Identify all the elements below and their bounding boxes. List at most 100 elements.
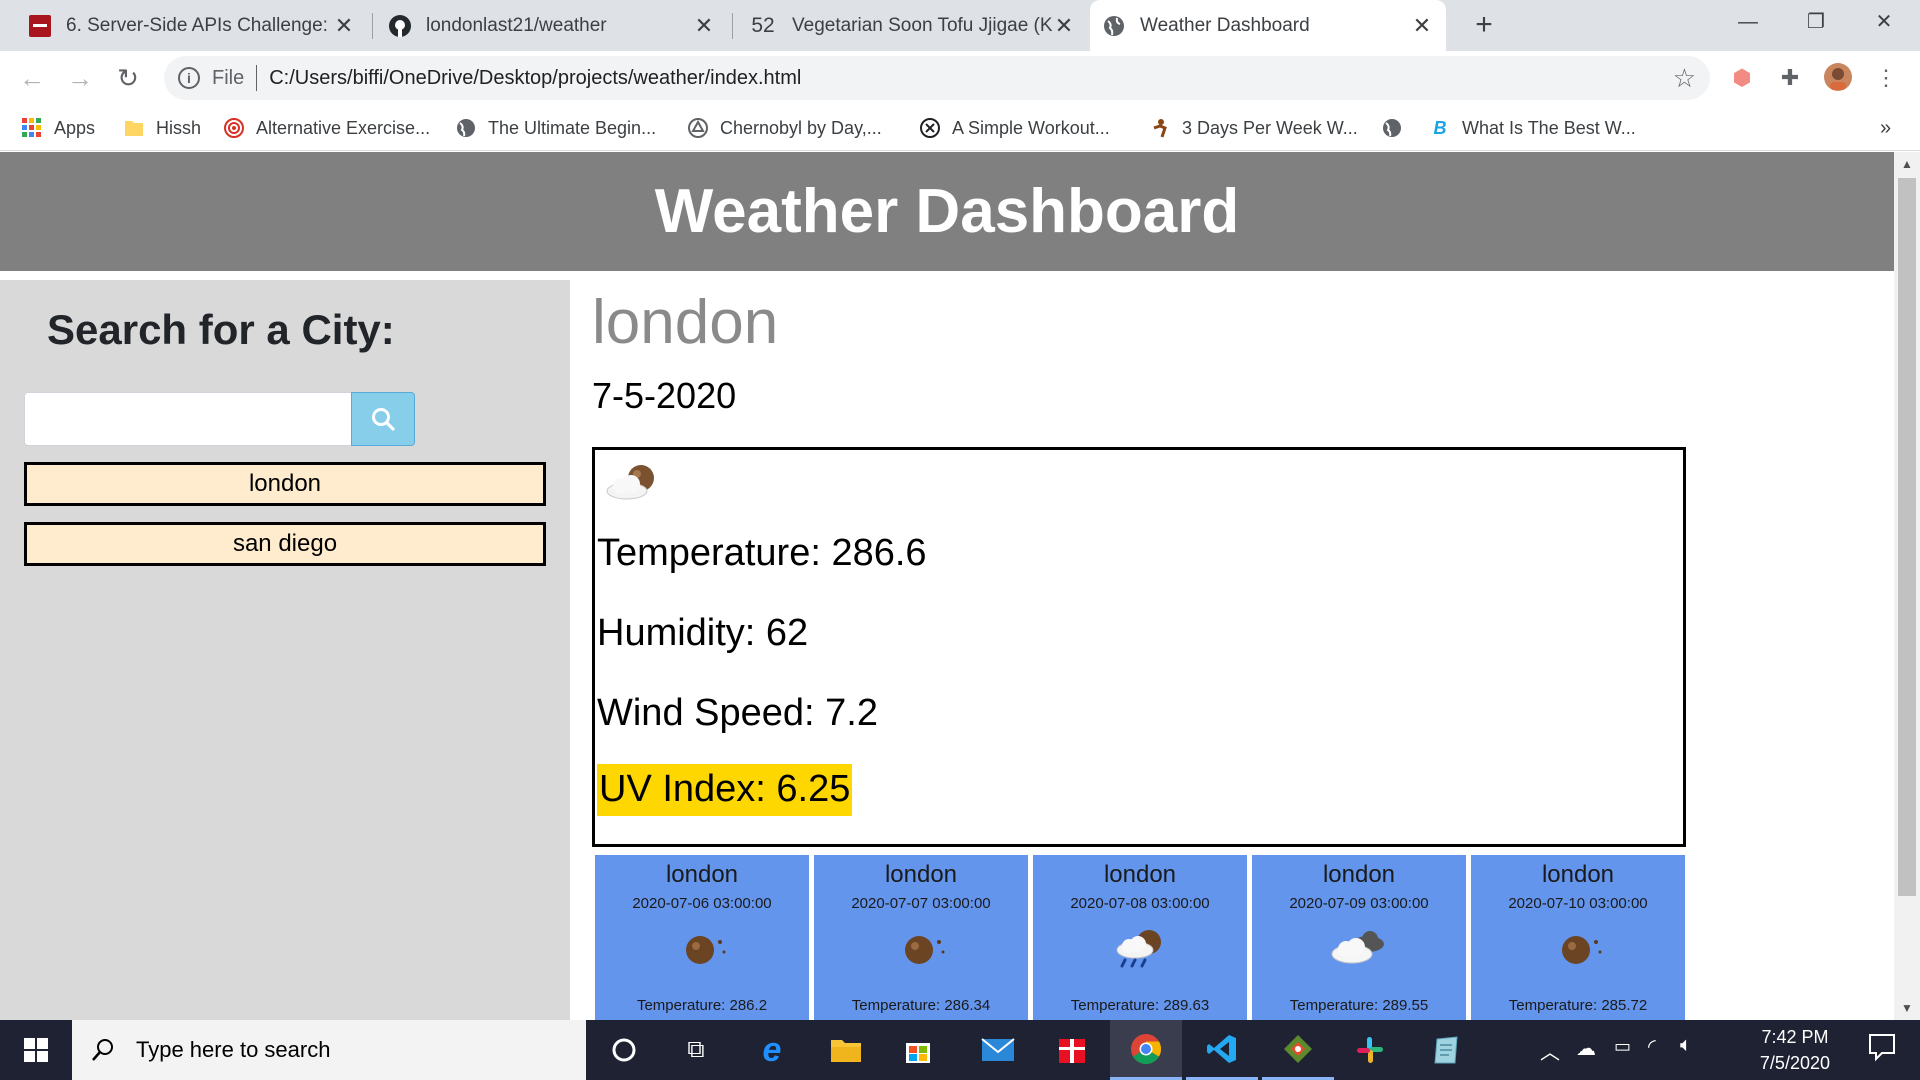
taskbar-search-box[interactable]: Type here to search: [72, 1020, 586, 1080]
reload-button[interactable]: ↻: [110, 60, 146, 96]
system-tray: ︿ ☁ ▭ ◜ 🔈︎ 7:42 PM 7/5/2020: [1540, 1020, 1920, 1080]
tab-recipe[interactable]: 52 Vegetarian Soon Tofu Jjigae (Kore ✕: [736, 0, 1088, 51]
page-header: Weather Dashboard: [0, 152, 1894, 271]
clear-night-icon: [905, 936, 945, 964]
weather-main: london 7-5-2020 Temperature: 286.6 Humid…: [570, 271, 1894, 1020]
forecast-temperature: Temperature: 286.2: [636, 997, 768, 1014]
battery-icon[interactable]: ▭: [1614, 1036, 1631, 1057]
tab-close-icon[interactable]: ✕: [1410, 13, 1434, 39]
taskbar-app-edge[interactable]: e: [736, 1020, 808, 1080]
current-humidity: Humidity: 62: [597, 612, 809, 654]
tab-challenge[interactable]: 6. Server-Side APIs Challenge: Wea ✕: [16, 0, 368, 51]
current-temperature: Temperature: 286.6: [597, 532, 927, 574]
tab-close-icon[interactable]: ✕: [332, 13, 356, 39]
current-uv-index: UV Index: 6.25: [597, 764, 853, 816]
bookmark-label: Apps: [54, 117, 96, 138]
onedrive-warning-icon[interactable]: ☁: [1576, 1036, 1596, 1061]
tab-github[interactable]: londonlast21/weather ✕: [376, 0, 728, 51]
bookmark-alternative-exercise[interactable]: Alternative Exercise...: [224, 105, 430, 151]
edge-icon: e: [762, 1030, 782, 1069]
forward-button[interactable]: →: [62, 60, 98, 96]
forecast-datetime: 2020-07-09 03:00:00: [1289, 895, 1429, 912]
close-window-button[interactable]: ✕: [1850, 0, 1918, 44]
taskbar-app-notes[interactable]: [1410, 1020, 1482, 1080]
tab-close-icon[interactable]: ✕: [1052, 13, 1076, 39]
bookmarks-overflow-button[interactable]: »: [1880, 105, 1891, 151]
current-wind-speed: Wind Speed: 7.2: [597, 692, 878, 734]
forecast-temperature: Temperature: 289.63: [1070, 997, 1210, 1014]
windows-taskbar: Type here to search ⧉ e ︿ ☁ ▭ ◜ 🔈︎ 7:42 …: [0, 1020, 1920, 1080]
address-divider: [256, 65, 258, 91]
scroll-down-arrow-icon[interactable]: ▼: [1894, 998, 1920, 1018]
bookmark-globe[interactable]: [1382, 105, 1414, 151]
folder-icon: [831, 1040, 861, 1062]
site-info-icon[interactable]: i: [178, 67, 200, 89]
bookmark-apps[interactable]: Apps: [22, 105, 95, 151]
bookmark-star-icon[interactable]: ☆: [1673, 63, 1696, 94]
bookmark-3-days-per-week[interactable]: 3 Days Per Week W...: [1150, 105, 1358, 151]
cortana-circle-icon: [612, 1038, 636, 1062]
bookmark-chernobyl[interactable]: Chernobyl by Day,...: [688, 105, 882, 151]
scroll-up-arrow-icon[interactable]: ▲: [1894, 154, 1920, 174]
tab-weather-dashboard[interactable]: Weather Dashboard ✕: [1090, 0, 1446, 51]
search-icon: [372, 408, 395, 431]
page-scrollbar[interactable]: ▲ ▼: [1894, 152, 1920, 1020]
minimize-button[interactable]: —: [1714, 0, 1782, 44]
bookmark-hissh[interactable]: Hissh: [124, 105, 201, 151]
folder-icon: [124, 118, 144, 138]
scroll-thumb[interactable]: [1898, 178, 1916, 896]
taskbar-app-chrome[interactable]: [1110, 1020, 1182, 1080]
bookmark-what-is-best[interactable]: B What Is The Best W...: [1430, 105, 1636, 151]
chernobyl-icon: [688, 118, 708, 138]
restore-button[interactable]: ❐: [1782, 0, 1850, 44]
taskbar-clock[interactable]: 7:42 PM 7/5/2020: [1760, 1024, 1830, 1076]
back-button[interactable]: ←: [14, 60, 50, 96]
history-button-san-diego[interactable]: san diego: [24, 522, 546, 566]
tab-title: Weather Dashboard: [1140, 14, 1310, 36]
new-tab-button[interactable]: +: [1466, 8, 1502, 44]
taskbar-app-file-explorer[interactable]: [810, 1020, 882, 1080]
cast-extension-icon[interactable]: ⬢: [1726, 62, 1758, 94]
bookmark-ultimate-beginner[interactable]: The Ultimate Begin...: [456, 105, 656, 151]
current-city-name: london: [592, 288, 779, 357]
forecast-card: london 2020-07-09 03:00:00 Temperature: …: [1252, 855, 1466, 1020]
cortana-button[interactable]: [588, 1020, 660, 1080]
clock-time: 7:42 PM: [1761, 1027, 1829, 1047]
tab-close-icon[interactable]: ✕: [692, 13, 716, 39]
tray-chevron-up-icon[interactable]: ︿: [1540, 1036, 1560, 1065]
start-button[interactable]: [0, 1020, 72, 1080]
city-search-input[interactable]: [24, 392, 352, 446]
taskbar-app-mail[interactable]: [962, 1020, 1034, 1080]
globe-icon: [456, 118, 476, 138]
windows-logo-icon: [24, 1038, 48, 1062]
wifi-icon[interactable]: ◜: [1648, 1034, 1656, 1059]
browser-toolbar: ← → ↻ i File C:/Users/biffi/OneDrive/Des…: [0, 51, 1920, 105]
notification-center-button[interactable]: [1868, 1032, 1896, 1067]
forecast-datetime: 2020-07-07 03:00:00: [851, 895, 991, 912]
task-view-button[interactable]: ⧉: [660, 1020, 732, 1080]
menu-kebab-icon[interactable]: ⋮: [1870, 62, 1902, 94]
bookmark-simple-workout[interactable]: A Simple Workout...: [920, 105, 1110, 151]
search-button[interactable]: [351, 392, 415, 446]
mail-icon: [981, 1038, 1015, 1061]
taskbar-app-slack[interactable]: [1334, 1020, 1406, 1080]
page-title: Weather Dashboard: [654, 177, 1240, 246]
address-bar[interactable]: i File C:/Users/biffi/OneDrive/Desktop/p…: [164, 56, 1710, 100]
taskbar-app-store[interactable]: [882, 1020, 954, 1080]
globe-icon: [1382, 118, 1402, 138]
history-button-london[interactable]: london: [24, 462, 546, 506]
taskbar-app-git[interactable]: [1262, 1020, 1334, 1080]
taskbar-app-vscode[interactable]: [1186, 1020, 1258, 1080]
profile-avatar-icon[interactable]: [1822, 62, 1854, 94]
forecast-datetime: 2020-07-08 03:00:00: [1070, 895, 1210, 912]
bookmark-label: The Ultimate Begin...: [488, 117, 657, 138]
extensions-puzzle-icon[interactable]: ✚: [1774, 62, 1806, 94]
current-weather-panel: Temperature: 286.6 Humidity: 62 Wind Spe…: [592, 447, 1686, 847]
tab-title: 6. Server-Side APIs Challenge: Wea: [66, 14, 332, 36]
address-url[interactable]: C:/Users/biffi/OneDrive/Desktop/projects…: [269, 67, 801, 90]
figure-icon: [1150, 118, 1170, 138]
taskbar-app-gift[interactable]: [1036, 1020, 1108, 1080]
forecast-card: london 2020-07-10 03:00:00 Temperature: …: [1471, 855, 1685, 1020]
volume-icon[interactable]: 🔈︎: [1680, 1034, 1692, 1057]
tab-separator: [732, 13, 733, 39]
